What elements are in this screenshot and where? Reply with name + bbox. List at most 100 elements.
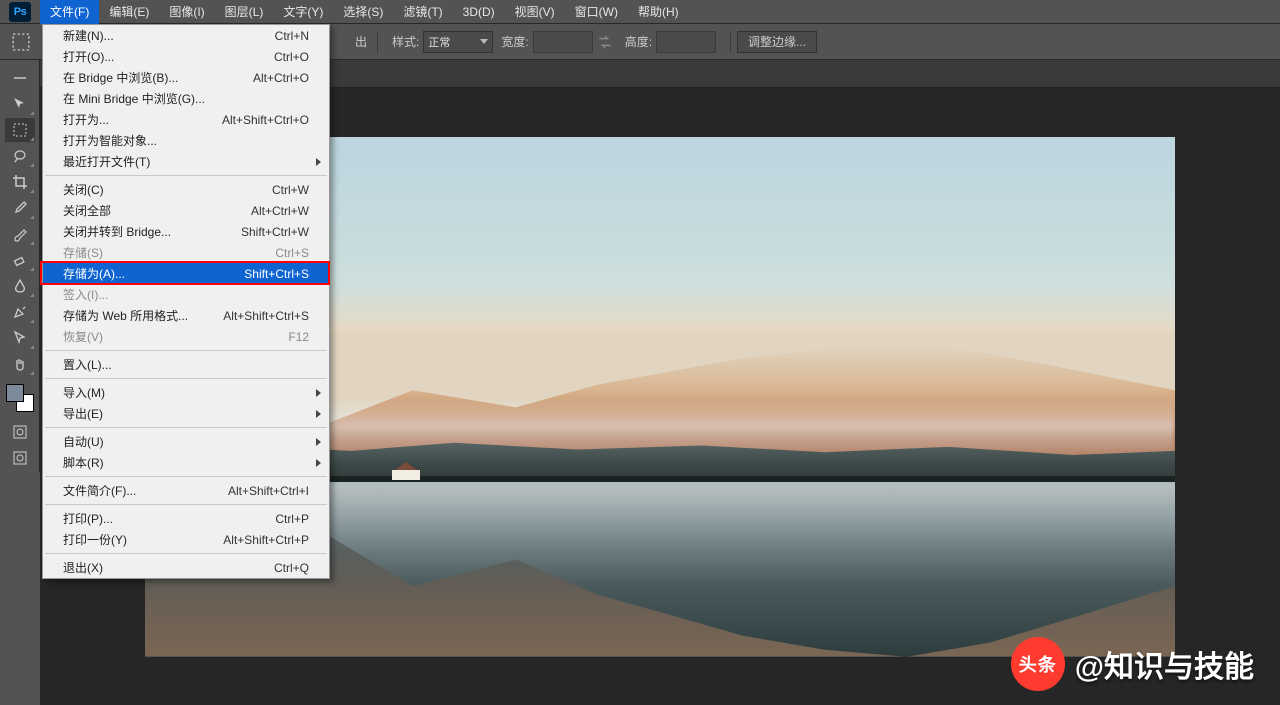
menu-文件[interactable]: 文件(F) xyxy=(40,0,99,24)
menu-item-置入[interactable]: 置入(L)... xyxy=(43,354,329,375)
menu-item-存储为 Web 所用格式[interactable]: 存储为 Web 所用格式...Alt+Shift+Ctrl+S xyxy=(43,305,329,326)
menu-item-label: 置入(L)... xyxy=(63,356,309,373)
color-swatches[interactable] xyxy=(4,382,36,414)
menu-separator xyxy=(45,350,327,351)
app-logo: Ps xyxy=(0,0,40,24)
chevron-down-icon xyxy=(480,39,488,44)
crop-tool[interactable] xyxy=(5,170,35,194)
menu-item-关闭并转到 Bridge[interactable]: 关闭并转到 Bridge...Shift+Ctrl+W xyxy=(43,221,329,242)
menu-item-shortcut: Ctrl+N xyxy=(275,29,309,43)
menu-3d[interactable]: 3D(D) xyxy=(453,0,505,24)
menu-item-label: 导出(E) xyxy=(63,405,309,422)
menu-文字[interactable]: 文字(Y) xyxy=(273,0,333,24)
menu-item-shortcut: Alt+Shift+Ctrl+S xyxy=(223,309,309,323)
height-label: 高度: xyxy=(625,33,652,50)
menu-separator xyxy=(45,378,327,379)
menu-separator xyxy=(45,476,327,477)
menu-item-打开为智能对象[interactable]: 打开为智能对象... xyxy=(43,130,329,151)
menu-item-label: 在 Mini Bridge 中浏览(G)... xyxy=(63,90,309,107)
menu-item-label: 打印一份(Y) xyxy=(63,531,223,548)
menu-item-shortcut: Ctrl+S xyxy=(275,246,309,260)
menu-item-label: 存储(S) xyxy=(63,244,275,261)
menu-item-label: 打开为智能对象... xyxy=(63,132,309,149)
menu-item-shortcut: Ctrl+O xyxy=(274,50,309,64)
eyedropper-tool[interactable] xyxy=(5,196,35,220)
brush-tool-icon xyxy=(12,226,28,242)
toolbox xyxy=(0,60,40,472)
menu-item-shortcut: Ctrl+P xyxy=(275,512,309,526)
menu-item-存储: 存储(S)Ctrl+S xyxy=(43,242,329,263)
menu-item-自动[interactable]: 自动(U) xyxy=(43,431,329,452)
menu-item-打开为[interactable]: 打开为...Alt+Shift+Ctrl+O xyxy=(43,109,329,130)
move-tool-icon xyxy=(12,96,28,112)
menu-item-shortcut: Shift+Ctrl+W xyxy=(241,225,309,239)
menu-帮助[interactable]: 帮助(H) xyxy=(628,0,689,24)
height-field[interactable] xyxy=(656,31,716,53)
refine-edge-button[interactable]: 调整边缘... xyxy=(737,31,817,53)
refine-edge-label: 调整边缘... xyxy=(748,33,806,50)
menu-separator xyxy=(45,175,327,176)
menu-item-打开[interactable]: 打开(O)...Ctrl+O xyxy=(43,46,329,67)
menu-item-打印[interactable]: 打印(P)...Ctrl+P xyxy=(43,508,329,529)
menu-item-脚本[interactable]: 脚本(R) xyxy=(43,452,329,473)
menu-编辑[interactable]: 编辑(E) xyxy=(99,0,159,24)
quick-mask-tool[interactable] xyxy=(5,420,35,444)
watermark-text: @知识与技能 xyxy=(1075,642,1254,686)
menu-item-在 Mini Bridge 中浏览[interactable]: 在 Mini Bridge 中浏览(G)... xyxy=(43,88,329,109)
swap-icon[interactable] xyxy=(595,32,615,52)
menu-bar: Ps 文件(F)编辑(E)图像(I)图层(L)文字(Y)选择(S)滤镜(T)3D… xyxy=(0,0,1280,24)
eraser-tool[interactable] xyxy=(5,248,35,272)
pen-tool-icon xyxy=(12,304,28,320)
style-select[interactable]: 正常 xyxy=(423,31,493,53)
path-select-tool-icon xyxy=(12,330,28,346)
menu-item-label: 关闭全部 xyxy=(63,202,251,219)
gradient-tool[interactable] xyxy=(5,274,35,298)
menu-item-关闭[interactable]: 关闭(C)Ctrl+W xyxy=(43,179,329,200)
menu-item-label: 自动(U) xyxy=(63,433,309,450)
menu-item-最近打开文件[interactable]: 最近打开文件(T) xyxy=(43,151,329,172)
marquee-tool[interactable] xyxy=(5,118,35,142)
menu-item-shortcut: Alt+Ctrl+W xyxy=(251,204,309,218)
menu-item-新建[interactable]: 新建(N)...Ctrl+N xyxy=(43,25,329,46)
pen-tool[interactable] xyxy=(5,300,35,324)
width-field[interactable] xyxy=(533,31,593,53)
menu-窗口[interactable]: 窗口(W) xyxy=(565,0,628,24)
menu-item-导出[interactable]: 导出(E) xyxy=(43,403,329,424)
menu-item-导入[interactable]: 导入(M) xyxy=(43,382,329,403)
style-label: 样式: xyxy=(392,33,419,50)
menu-item-存储为[interactable]: 存储为(A)...Shift+Ctrl+S xyxy=(43,263,329,284)
path-select-tool[interactable] xyxy=(5,326,35,350)
menu-item-label: 最近打开文件(T) xyxy=(63,153,309,170)
menu-item-关闭全部[interactable]: 关闭全部Alt+Ctrl+W xyxy=(43,200,329,221)
marquee-icon xyxy=(12,33,30,51)
lasso-tool-icon xyxy=(12,148,28,164)
menu-图层[interactable]: 图层(L) xyxy=(215,0,274,24)
menu-item-shortcut: Shift+Ctrl+S xyxy=(244,267,309,281)
screen-mode-tool[interactable] xyxy=(5,446,35,470)
ps-badge: Ps xyxy=(9,2,31,22)
menu-item-label: 打开为... xyxy=(63,111,222,128)
menu-item-在 Bridge 中浏览[interactable]: 在 Bridge 中浏览(B)...Alt+Ctrl+O xyxy=(43,67,329,88)
menu-选择[interactable]: 选择(S) xyxy=(333,0,393,24)
menu-item-label: 存储为(A)... xyxy=(63,265,244,282)
toolbox-handle[interactable] xyxy=(5,66,35,90)
lasso-tool[interactable] xyxy=(5,144,35,168)
eyedropper-tool-icon xyxy=(12,200,28,216)
menu-item-label: 在 Bridge 中浏览(B)... xyxy=(63,69,253,86)
menu-item-label: 脚本(R) xyxy=(63,454,309,471)
brush-tool[interactable] xyxy=(5,222,35,246)
menu-item-退出[interactable]: 退出(X)Ctrl+Q xyxy=(43,557,329,578)
menu-item-打印一份[interactable]: 打印一份(Y)Alt+Shift+Ctrl+P xyxy=(43,529,329,550)
menu-图像[interactable]: 图像(I) xyxy=(159,0,214,24)
menu-视图[interactable]: 视图(V) xyxy=(505,0,565,24)
menu-separator xyxy=(45,504,327,505)
move-tool[interactable] xyxy=(5,92,35,116)
menu-item-文件简介[interactable]: 文件简介(F)...Alt+Shift+Ctrl+I xyxy=(43,480,329,501)
hand-tool[interactable] xyxy=(5,352,35,376)
menu-item-label: 新建(N)... xyxy=(63,27,275,44)
eraser-tool-icon xyxy=(12,252,28,268)
fg-swatch[interactable] xyxy=(6,384,24,402)
options-tool-preview[interactable] xyxy=(0,24,42,60)
menu-item-label: 导入(M) xyxy=(63,384,309,401)
menu-滤镜[interactable]: 滤镜(T) xyxy=(393,0,452,24)
